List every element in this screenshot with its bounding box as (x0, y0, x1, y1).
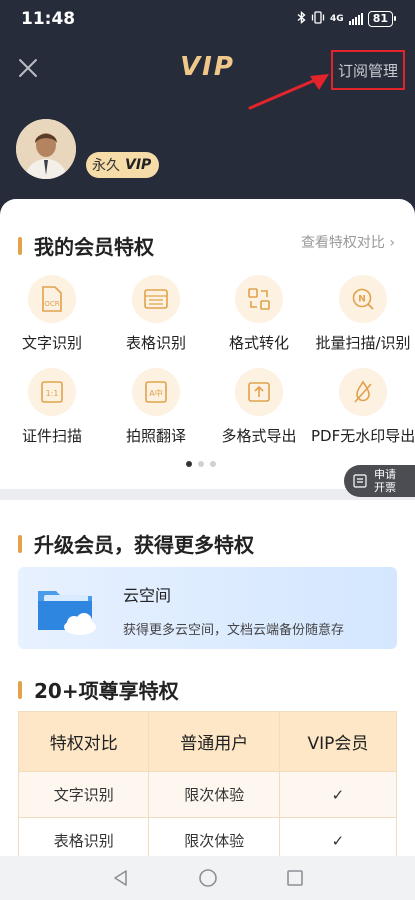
feature-label: 批量扫描/识别 (315, 334, 411, 352)
compare-privileges-link[interactable]: 查看特权对比 › (301, 232, 395, 252)
cloud-space-desc: 获得更多云空间，文档云端备份随意存 (123, 623, 345, 638)
cloud-folder-icon (38, 591, 96, 635)
feature-label: 表格识别 (125, 334, 186, 352)
svg-text:A中: A中 (149, 388, 162, 398)
feature-ocr[interactable]: OCR 文字识别 (0, 275, 104, 353)
invoice-button[interactable]: 申请 开票 (344, 465, 415, 497)
export-icon (235, 368, 283, 416)
convert-icon (235, 275, 283, 323)
privileges-section-title: 我的会员特权 (18, 231, 154, 260)
tier-label: 永久 (92, 158, 120, 174)
signal-icon (348, 13, 363, 25)
recents-nav-icon[interactable] (286, 869, 304, 887)
battery-indicator: 81 (367, 11, 397, 27)
page-dot[interactable] (210, 461, 216, 467)
vip-badge: VIP (125, 157, 152, 173)
back-nav-icon[interactable] (112, 869, 130, 887)
status-time: 11:48 (21, 9, 76, 29)
table-header: VIP会员 (278, 711, 398, 772)
feature-label: 格式转化 (228, 334, 289, 352)
table-row: 文字识别 限次体验 ✓ (17, 771, 398, 818)
bluetooth-icon (297, 11, 306, 27)
feature-photo-translate[interactable]: A中 拍照翻译 (104, 368, 208, 446)
vibrate-icon (311, 11, 325, 27)
annotation-arrow-icon (248, 74, 329, 110)
batch-scan-icon: N (339, 275, 387, 323)
page-dot-active[interactable] (186, 461, 192, 467)
feature-batch-scan[interactable]: N 批量扫描/识别 (311, 275, 415, 353)
no-watermark-icon (339, 368, 387, 416)
feature-table-recognition[interactable]: 表格识别 (104, 275, 208, 353)
page-indicator (186, 461, 216, 467)
user-avatar-icon (16, 119, 76, 179)
id-card-icon: 1:1 (28, 368, 76, 416)
cloud-space-banner[interactable]: 云空间 获得更多云空间，文档云端备份随意存 (18, 567, 397, 649)
feature-label: 拍照翻译 (125, 427, 186, 445)
feature-id-scan[interactable]: 1:1 证件扫描 (0, 368, 104, 446)
home-nav-icon[interactable] (198, 868, 218, 888)
table-header-row: 特权对比 普通用户 VIP会员 (17, 711, 398, 772)
avatar[interactable] (16, 119, 76, 179)
network-type: 4G (330, 14, 344, 24)
table-header: 普通用户 (148, 711, 280, 772)
status-bar: 11:48 4G 81 (0, 0, 415, 40)
privilege-comparison-table: 特权对比 普通用户 VIP会员 文字识别 限次体验 ✓ 表格识别 限次体验 ✓ (17, 711, 398, 864)
svg-text:N: N (358, 295, 366, 305)
ocr-doc-icon: OCR (28, 275, 76, 323)
svg-text:1:1: 1:1 (46, 389, 59, 398)
status-icons: 4G 81 (297, 11, 397, 27)
table-header: 特权对比 (17, 711, 150, 772)
check-icon: ✓ (278, 771, 398, 818)
invoice-icon (353, 474, 367, 488)
feature-label: 多格式导出 (221, 427, 297, 445)
table-icon (132, 275, 180, 323)
page-dot[interactable] (198, 461, 204, 467)
feature-multi-export[interactable]: 多格式导出 (207, 368, 311, 446)
upgrade-section-title: 升级会员，获得更多特权 (18, 529, 254, 558)
feature-label: PDF无水印导出 (311, 427, 415, 445)
svg-text:OCR: OCR (44, 300, 59, 308)
feature-format-convert[interactable]: 格式转化 (207, 275, 311, 353)
membership-tier-badge: 永久 VIP (86, 152, 160, 178)
feature-pdf-no-watermark[interactable]: PDF无水印导出 (311, 368, 415, 446)
chevron-right-icon: › (389, 235, 395, 251)
subscription-manage-button[interactable]: 订阅管理 (331, 50, 405, 90)
cloud-space-title: 云空间 (123, 586, 172, 605)
system-nav-bar (0, 856, 415, 900)
feature-label: 证件扫描 (21, 427, 82, 445)
compare-section-title: 20+项尊享特权 (18, 675, 179, 704)
table-cell: 文字识别 (17, 771, 150, 818)
feature-label: 文字识别 (21, 334, 82, 352)
table-cell: 限次体验 (148, 771, 280, 818)
translate-icon: A中 (132, 368, 180, 416)
